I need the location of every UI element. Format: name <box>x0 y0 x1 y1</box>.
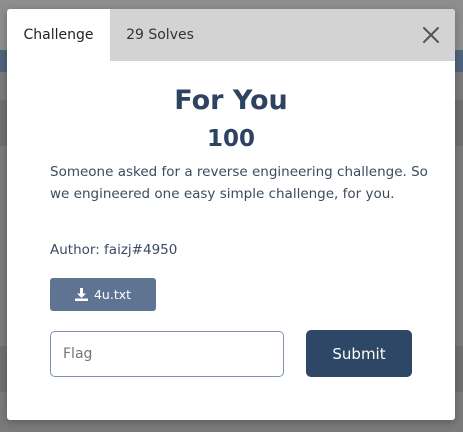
tab-challenge[interactable]: Challenge <box>7 9 110 61</box>
submit-button[interactable]: Submit <box>306 330 412 377</box>
flag-input[interactable] <box>50 331 284 377</box>
download-file-button[interactable]: 4u.txt <box>50 278 156 311</box>
challenge-modal: Challenge 29 Solves For You 100 Someone … <box>7 9 455 420</box>
challenge-description: Someone asked for a reverse engineering … <box>50 164 428 202</box>
download-icon <box>74 288 88 301</box>
modal-tab-strip: Challenge 29 Solves <box>7 9 455 61</box>
challenge-author: Author: faizj#4950 <box>50 242 178 258</box>
challenge-title: For You <box>174 85 288 116</box>
challenge-points: 100 <box>206 126 255 152</box>
tab-solves[interactable]: 29 Solves <box>110 9 210 61</box>
close-icon[interactable] <box>421 25 441 45</box>
file-name: 4u.txt <box>93 287 132 302</box>
